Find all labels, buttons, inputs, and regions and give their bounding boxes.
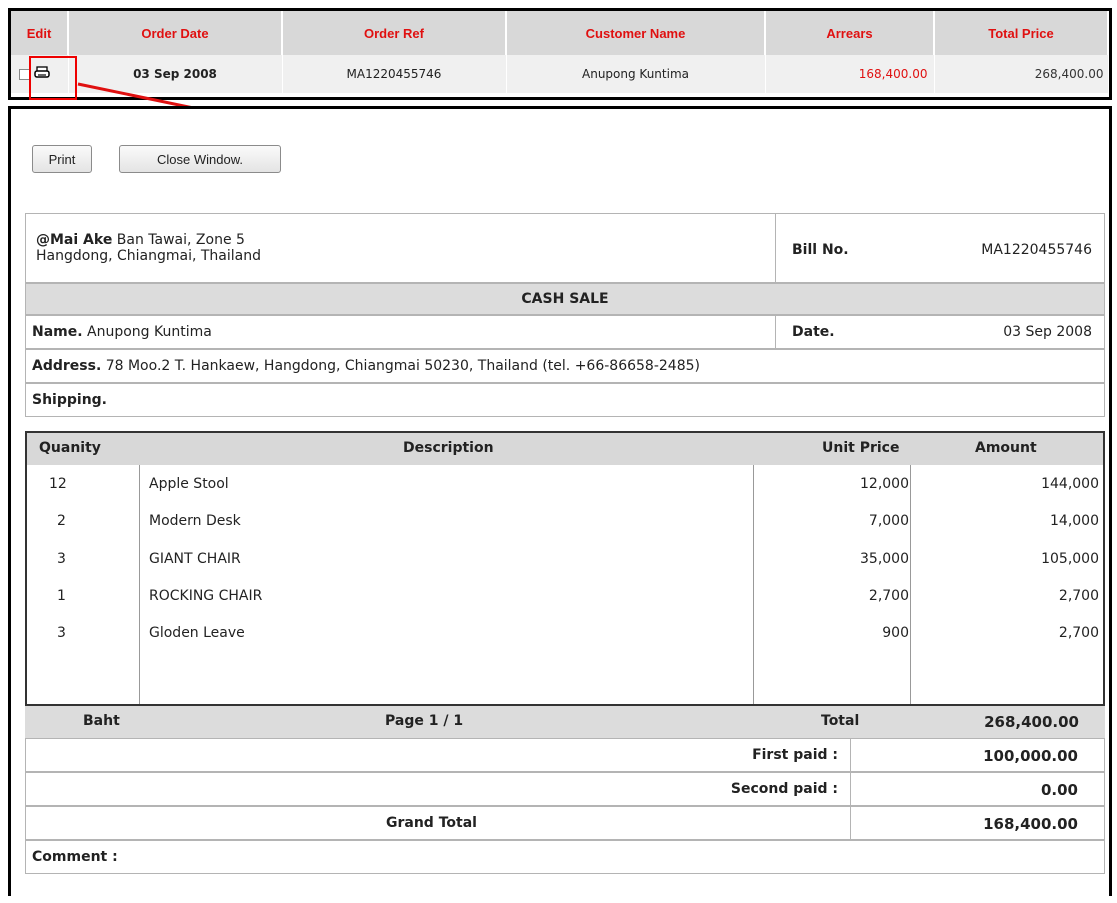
items-header: Quanity Description Unit Price Amount	[27, 433, 1103, 465]
order-list-header: Edit Order Date Order Ref Customer Name …	[11, 11, 1109, 55]
address-row: Address. 78 Moo.2 T. Hankaew, Hangdong, …	[25, 349, 1105, 383]
item-description: GIANT CHAIR	[149, 551, 241, 567]
shipping-label: Shipping.	[32, 392, 107, 408]
customer-name: Anupong Kuntima	[82, 324, 212, 340]
name-cell: Name. Anupong Kuntima	[26, 316, 776, 348]
first-paid-label: First paid :	[752, 747, 838, 763]
company-row: @Mai Ake Ban Tawai, Zone 5 Hangdong, Chi…	[25, 213, 1105, 283]
second-paid-value: 0.00	[1040, 781, 1078, 799]
item-qty: 3	[57, 625, 66, 641]
bill-date: 03 Sep 2008	[1003, 324, 1092, 340]
order-list-table: Edit Order Date Order Ref Customer Name …	[8, 8, 1112, 100]
list-item: 2 Modern Desk 7,000 14,000	[27, 508, 1103, 538]
item-unit-price: 12,000	[860, 476, 909, 492]
list-item: 3 Gloden Leave 900 2,700	[27, 620, 1103, 650]
total-price-cell: 268,400.00	[934, 55, 1109, 93]
item-qty: 3	[57, 551, 66, 567]
col-order-ref-header[interactable]: Order Ref	[282, 11, 507, 55]
column-divider	[850, 807, 851, 839]
item-amount: 144,000	[1041, 476, 1099, 492]
bill-no-label: Bill No.	[792, 242, 849, 258]
item-unit-price: 2,700	[868, 588, 909, 604]
second-paid-label: Second paid :	[730, 781, 838, 797]
col-edit-header: Edit	[11, 11, 69, 55]
print-button[interactable]: Print	[32, 145, 92, 173]
column-divider	[850, 739, 851, 771]
bill-no-value: MA1220455746	[981, 242, 1092, 258]
item-description: ROCKING CHAIR	[149, 588, 263, 604]
item-unit-price: 35,000	[860, 551, 909, 567]
name-row: Name. Anupong Kuntima Date. 03 Sep 2008	[25, 315, 1105, 349]
address-label: Address.	[32, 358, 102, 374]
customer-address: 78 Moo.2 T. Hankaew, Hangdong, Chiangmai…	[101, 358, 700, 374]
total-label: Total	[821, 713, 860, 729]
item-qty: 1	[57, 588, 66, 604]
grand-total-label: Grand Total	[386, 815, 477, 831]
date-label: Date.	[792, 324, 835, 340]
col-total-price-header[interactable]: Total Price	[934, 11, 1109, 55]
company-name: @Mai Ake	[36, 232, 113, 248]
item-amount: 105,000	[1041, 551, 1099, 567]
item-qty: 2	[57, 513, 66, 529]
col-unit-price-header: Unit Price	[822, 440, 900, 456]
item-description: Gloden Leave	[149, 625, 245, 641]
close-window-button[interactable]: Close Window.	[119, 145, 281, 173]
table-row: 03 Sep 2008 MA1220455746 Anupong Kuntima…	[11, 55, 1109, 93]
invoice: @Mai Ake Ban Tawai, Zone 5 Hangdong, Chi…	[25, 213, 1105, 903]
col-customer-name-header[interactable]: Customer Name	[506, 11, 766, 55]
sale-type-row: CASH SALE	[25, 283, 1105, 315]
item-unit-price: 900	[882, 625, 909, 641]
item-description: Modern Desk	[149, 513, 241, 529]
company-address-line1: Ban Tawai, Zone 5	[112, 232, 245, 248]
grand-total-row: Grand Total 168,400.00	[25, 806, 1105, 840]
comment-row: Comment :	[25, 840, 1105, 874]
col-order-date-header[interactable]: Order Date	[68, 11, 283, 55]
shipping-row: Shipping.	[25, 383, 1105, 417]
column-divider	[850, 773, 851, 805]
page-indicator: Page 1 / 1	[385, 713, 464, 729]
company-address-line2: Hangdong, Chiangmai, Thailand	[36, 248, 261, 264]
comment-label: Comment :	[32, 849, 118, 865]
customer-name-cell: Anupong Kuntima	[506, 55, 766, 93]
sale-type: CASH SALE	[521, 291, 609, 307]
order-date-cell: 03 Sep 2008	[68, 55, 283, 93]
item-amount: 2,700	[1058, 625, 1099, 641]
list-item: 1 ROCKING CHAIR 2,700 2,700	[27, 583, 1103, 613]
item-amount: 14,000	[1050, 513, 1099, 529]
arrears-cell: 168,400.00	[765, 55, 935, 93]
col-amount-header: Amount	[975, 440, 1037, 456]
first-paid-value: 100,000.00	[983, 747, 1078, 765]
col-description-header: Description	[403, 440, 494, 456]
name-label: Name.	[32, 324, 83, 340]
col-arrears-header[interactable]: Arrears	[765, 11, 935, 55]
bill-window: Print Close Window. @Mai Ake Ban Tawai, …	[8, 106, 1112, 896]
item-amount: 2,700	[1058, 588, 1099, 604]
list-item: 12 Apple Stool 12,000 144,000	[27, 471, 1103, 501]
item-unit-price: 7,000	[868, 513, 909, 529]
list-item: 3 GIANT CHAIR 35,000 105,000	[27, 546, 1103, 576]
col-qty-header: Quanity	[39, 440, 101, 456]
second-paid-row: Second paid : 0.00	[25, 772, 1105, 806]
highlight-box	[29, 56, 77, 100]
total-value: 268,400.00	[984, 713, 1079, 731]
item-qty: 12	[49, 476, 67, 492]
total-row: Baht Page 1 / 1 Total 268,400.00	[25, 706, 1105, 738]
first-paid-row: First paid : 100,000.00	[25, 738, 1105, 772]
order-ref-cell: MA1220455746	[282, 55, 507, 93]
currency-label: Baht	[83, 713, 120, 729]
item-description: Apple Stool	[149, 476, 229, 492]
company-info: @Mai Ake Ban Tawai, Zone 5 Hangdong, Chi…	[26, 214, 776, 282]
items-table: Quanity Description Unit Price Amount 12…	[25, 431, 1105, 706]
grand-total-value: 168,400.00	[983, 815, 1078, 833]
